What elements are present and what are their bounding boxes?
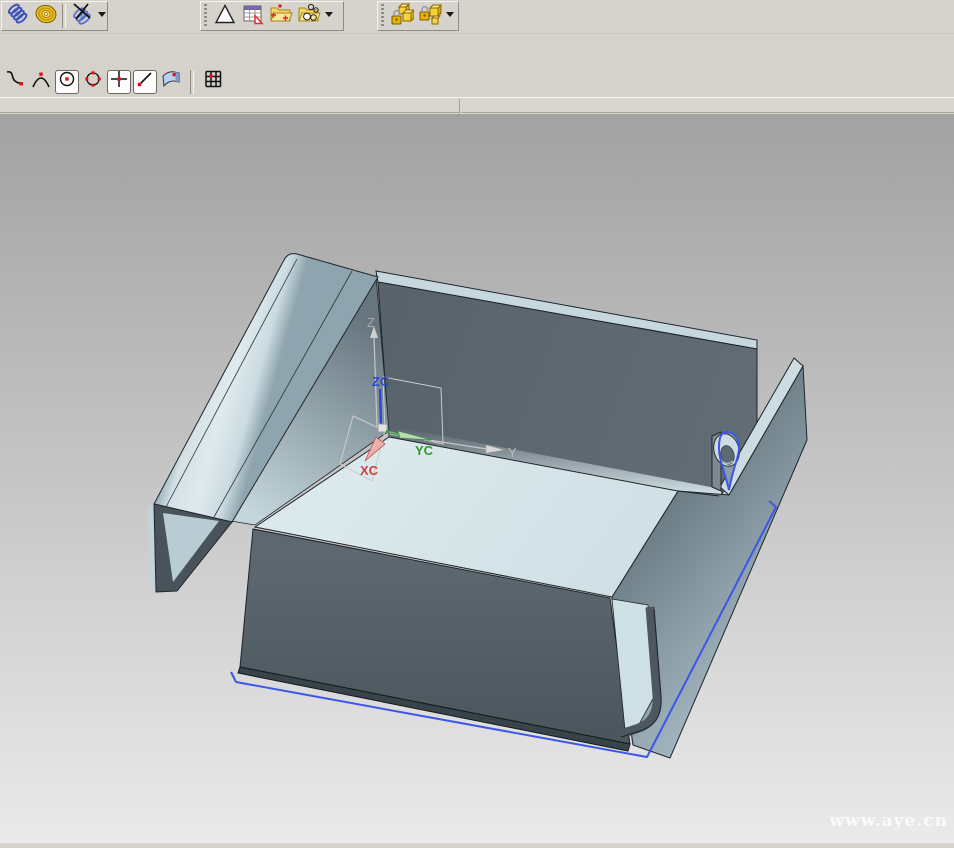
folder-circles-button[interactable] — [295, 3, 323, 29]
cut-spring-icon — [70, 2, 94, 31]
toolbar-docking-area — [0, 33, 954, 66]
grooved-wheel-button[interactable] — [32, 3, 60, 29]
center-point-snap-button[interactable] — [55, 70, 79, 94]
graphics-viewport[interactable]: Z Y ZC YC XC www.aye.cn — [0, 114, 954, 843]
datum-y-label: Y — [508, 445, 517, 460]
toolbar-group-deform — [1, 1, 108, 31]
folder-points-button[interactable] — [267, 3, 295, 29]
snap-point-toolbar — [0, 66, 954, 97]
model-canvas[interactable]: Z Y ZC YC XC — [0, 114, 954, 843]
wcs-zc-axis[interactable] — [380, 389, 381, 424]
folder-circles-icon — [297, 2, 321, 31]
spreadsheet-icon — [241, 2, 265, 31]
coil-spring-icon — [6, 2, 30, 31]
center-point-snap-icon — [56, 68, 78, 95]
point-on-face-snap-icon — [160, 68, 182, 95]
point-on-curve-snap-button[interactable] — [133, 70, 157, 94]
grid-point-snap-icon — [202, 68, 224, 95]
coil-spring-button[interactable] — [4, 3, 32, 29]
wcs-xc-label: XC — [360, 463, 379, 478]
status-line — [461, 99, 954, 113]
main-toolbar-row — [0, 0, 954, 33]
cad-application-window: { "window": { "watermark": "www.aye.cn" … — [0, 0, 954, 843]
datum-z-label: Z — [367, 315, 375, 330]
quadrant-point-snap-icon — [82, 68, 104, 95]
point-on-face-snap-button[interactable] — [159, 70, 183, 94]
mid-point-snap-icon — [30, 68, 52, 95]
cut-spring-button[interactable] — [68, 3, 96, 29]
mid-point-snap-button[interactable] — [29, 70, 53, 94]
end-point-snap-icon — [4, 68, 26, 95]
grid-point-snap-button[interactable] — [201, 70, 225, 94]
locked-box-icon — [418, 2, 442, 31]
lock-tools-dropdown[interactable] — [446, 12, 454, 17]
locked-boxes-icon — [390, 2, 414, 31]
point-on-curve-snap-icon — [134, 68, 156, 95]
end-point-snap-button[interactable] — [3, 70, 27, 94]
locked-box-button[interactable] — [416, 3, 444, 29]
quadrant-point-snap-button[interactable] — [81, 70, 105, 94]
wcs-origin-handle[interactable] — [378, 424, 387, 432]
wcs-yc-label: YC — [415, 443, 434, 458]
toolbar-group-analysis — [200, 1, 344, 31]
toolbar-drag-handle[interactable] — [381, 4, 384, 28]
intersection-point-snap-button[interactable] — [107, 70, 131, 94]
watermark: www.aye.cn — [830, 811, 948, 831]
status-bar — [0, 97, 954, 114]
spreadsheet-button[interactable] — [239, 3, 267, 29]
locked-boxes-button[interactable] — [388, 3, 416, 29]
folder-tools-dropdown[interactable] — [325, 12, 333, 17]
toolbar-drag-handle[interactable] — [204, 4, 207, 28]
grooved-wheel-icon — [34, 2, 58, 31]
cut-spring-dropdown[interactable] — [98, 12, 106, 17]
toolbar-separator — [190, 70, 194, 94]
triangle-button[interactable] — [211, 3, 239, 29]
toolbar-separator — [62, 4, 66, 28]
wcs-zc-label: ZC — [372, 374, 390, 389]
triangle-icon — [213, 2, 237, 31]
prompt-line — [0, 99, 459, 113]
intersection-point-snap-icon — [108, 68, 130, 95]
toolbar-group-assembly-lock — [377, 1, 459, 31]
folder-points-icon — [269, 2, 293, 31]
wcs-origin-dot — [386, 430, 389, 433]
